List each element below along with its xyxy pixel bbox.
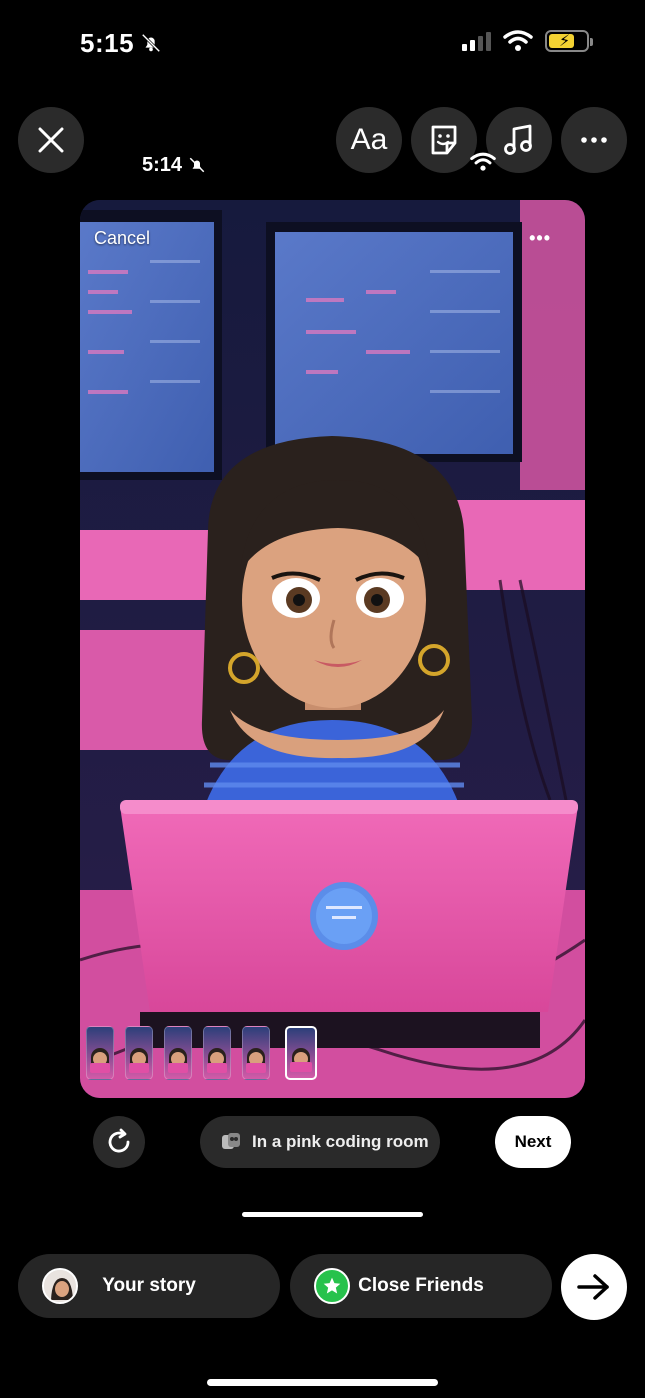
more-options-button[interactable] — [561, 107, 627, 173]
sheet-grabber[interactable] — [242, 1212, 423, 1217]
sticker-button[interactable] — [411, 107, 477, 173]
status-indicators: ⚡ — [462, 30, 593, 52]
next-button[interactable]: Next — [495, 1116, 571, 1168]
bell-off-icon — [141, 33, 161, 53]
more-icon — [581, 137, 607, 143]
thumbnail-6-selected[interactable] — [285, 1026, 317, 1080]
home-indicator — [207, 1379, 438, 1386]
close-button[interactable] — [18, 107, 84, 173]
music-note-icon — [504, 124, 532, 155]
wifi-icon — [503, 30, 533, 51]
signal-icon — [462, 31, 491, 51]
your-story-button[interactable]: Your story — [18, 1254, 280, 1318]
close-friends-label: Close Friends — [358, 1275, 484, 1296]
thumbnail-5[interactable] — [242, 1026, 270, 1080]
wifi-icon — [470, 152, 496, 171]
text-tool-button[interactable]: Aa — [336, 107, 402, 173]
regenerate-button[interactable] — [93, 1116, 145, 1168]
close-friends-button[interactable]: Close Friends — [290, 1254, 552, 1318]
sticker-icon — [431, 125, 457, 155]
send-button[interactable] — [561, 1254, 627, 1320]
thumbnail-1[interactable] — [86, 1026, 114, 1080]
text-icon: Aa — [350, 123, 388, 156]
status-time: 5:15 — [80, 28, 135, 58]
memoji-image — [80, 200, 585, 1098]
captured-status-time: 5:14 — [142, 154, 183, 176]
captured-more-label: ••• — [529, 228, 551, 248]
thumbnail-2[interactable] — [125, 1026, 153, 1080]
regenerate-icon — [108, 1128, 130, 1153]
cancel-label: Cancel — [94, 228, 151, 248]
bell-off-icon — [189, 157, 205, 173]
arrow-right-icon — [577, 1274, 609, 1300]
thumbnail-4[interactable] — [203, 1026, 231, 1080]
close-icon — [38, 127, 64, 153]
generation-thumbnails — [86, 1026, 317, 1080]
prompt-icon — [222, 1133, 240, 1149]
thumbnail-3[interactable] — [164, 1026, 192, 1080]
battery-charging-icon: ⚡ — [545, 30, 593, 52]
prompt-chip[interactable]: In a pink coding room — [200, 1116, 440, 1168]
prompt-label: In a pink coding room — [252, 1132, 429, 1151]
your-story-label: Your story — [102, 1275, 196, 1296]
story-canvas[interactable]: Cancel ••• — [80, 200, 585, 1098]
